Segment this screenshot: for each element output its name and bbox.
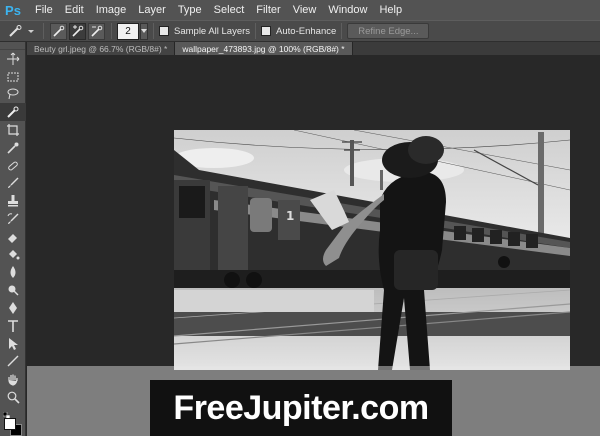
tab-beuty-grl[interactable]: Beuty grl.jpeg @ 66.7% (RGB/8#) * <box>27 42 176 55</box>
menu-window[interactable]: Window <box>322 0 373 20</box>
hand-tool[interactable] <box>0 370 26 388</box>
photoshop-logo: Ps <box>5 2 21 18</box>
auto-enhance-checkbox[interactable] <box>261 26 272 36</box>
document-image[interactable]: 1 <box>174 130 570 370</box>
tab-label: wallpaper_473893.jpg @ 100% (RGB/8#) * <box>182 43 345 54</box>
brush-tool[interactable] <box>0 175 26 193</box>
eraser-icon <box>8 233 17 243</box>
history-brush-icon <box>7 213 19 225</box>
brush-size-field[interactable]: 2 <box>117 22 139 40</box>
quick-selection-icon <box>9 25 34 37</box>
toolbar-grip[interactable] <box>0 42 25 50</box>
quick-selection-icon <box>7 106 19 118</box>
type-icon <box>8 320 18 332</box>
document-tab-bar: Beuty grl.jpeg @ 66.7% (RGB/8#) * wallpa… <box>27 42 600 55</box>
marquee-tool[interactable] <box>0 68 26 86</box>
options-separator <box>43 23 44 39</box>
hand-icon <box>8 374 18 386</box>
tab-label: Beuty grl.jpeg @ 66.7% (RGB/8#) * <box>34 43 168 54</box>
sample-all-layers-option[interactable]: Sample All Layers <box>159 20 250 42</box>
brush-icon <box>8 177 19 189</box>
tab-wallpaper[interactable]: wallpaper_473893.jpg @ 100% (RGB/8#) * <box>175 42 353 55</box>
chevron-down-icon <box>141 29 147 33</box>
auto-enhance-option[interactable]: Auto-Enhance <box>261 20 336 42</box>
document-canvas[interactable]: 1 <box>174 130 570 370</box>
line-icon <box>7 355 19 367</box>
spot-healing-tool[interactable] <box>0 157 26 175</box>
options-separator <box>153 23 154 39</box>
sample-all-layers-checkbox[interactable] <box>159 26 169 36</box>
paint-bucket-icon <box>9 249 20 260</box>
history-brush-tool[interactable] <box>0 210 26 228</box>
lasso-tool[interactable] <box>0 86 26 104</box>
auto-enhance-label: Auto-Enhance <box>276 25 337 37</box>
sample-all-layers-label: Sample All Layers <box>174 25 251 37</box>
subtract-from-selection-button[interactable] <box>88 22 105 40</box>
type-tool[interactable] <box>0 317 26 335</box>
menu-edit[interactable]: Edit <box>59 0 90 20</box>
tools-panel <box>0 42 26 436</box>
path-selection-tool[interactable] <box>0 335 26 353</box>
menu-filter[interactable]: Filter <box>250 0 286 20</box>
eyedropper-icon <box>7 142 19 154</box>
add-to-selection-icon <box>71 25 83 37</box>
brush-size-group: 2 <box>117 20 148 42</box>
crop-icon <box>7 124 19 137</box>
options-separator <box>111 23 112 39</box>
watermark-banner: FreeJupiter.com <box>150 380 452 436</box>
options-separator <box>341 23 343 39</box>
move-tool[interactable] <box>0 50 26 68</box>
eraser-tool[interactable] <box>0 228 26 246</box>
drop-icon <box>10 266 16 279</box>
menu-select[interactable]: Select <box>208 0 251 20</box>
pen-tool[interactable] <box>0 299 26 317</box>
zoom-icon <box>7 391 20 404</box>
photoshop-window: Ps File Edit Image Layer Type Select Fil… <box>0 0 600 436</box>
watermark-text: FreeJupiter.com <box>173 388 429 427</box>
move-icon <box>7 52 20 65</box>
stamp-icon <box>8 195 18 207</box>
menu-image[interactable]: Image <box>90 0 133 20</box>
menu-file[interactable]: File <box>29 0 59 20</box>
dodge-tool[interactable] <box>0 281 26 299</box>
clone-stamp-tool[interactable] <box>0 192 26 210</box>
color-swatches <box>2 412 24 436</box>
menu-layer[interactable]: Layer <box>132 0 172 20</box>
add-to-selection-button[interactable] <box>69 22 86 40</box>
zoom-tool[interactable] <box>0 388 26 406</box>
options-bar: 2 Sample All Layers Auto-Enhance Refine … <box>0 20 600 42</box>
menu-help[interactable]: Help <box>373 0 408 20</box>
tool-preset-picker[interactable] <box>4 22 38 40</box>
quick-selection-tool[interactable] <box>0 103 26 122</box>
foreground-color-swatch[interactable] <box>4 418 16 430</box>
eyedropper-tool[interactable] <box>0 139 26 157</box>
crop-tool[interactable] <box>0 121 26 139</box>
refine-edge-button[interactable]: Refine Edge... <box>347 23 430 39</box>
paint-bucket-tool[interactable] <box>0 246 26 264</box>
blur-tool[interactable] <box>0 264 26 282</box>
lasso-icon <box>7 88 19 100</box>
pen-icon <box>9 302 17 315</box>
subtract-from-selection-icon <box>90 25 102 37</box>
menu-type[interactable]: Type <box>172 0 208 20</box>
svg-text:1: 1 <box>286 209 294 223</box>
menu-bar: Ps File Edit Image Layer Type Select Fil… <box>0 0 600 20</box>
options-separator <box>255 23 257 39</box>
arrow-cursor-icon <box>9 337 18 350</box>
menu-list: File Edit Image Layer Type Select Filter… <box>29 0 408 20</box>
menu-view[interactable]: View <box>287 0 323 20</box>
new-selection-button[interactable] <box>50 22 67 40</box>
brush-size-dropdown[interactable] <box>140 22 148 40</box>
marquee-icon <box>7 72 19 82</box>
line-tool[interactable] <box>0 353 26 371</box>
dodge-icon <box>8 285 19 296</box>
selection-mode-group <box>49 20 106 42</box>
bandage-icon <box>8 161 18 171</box>
new-selection-icon <box>52 25 64 37</box>
